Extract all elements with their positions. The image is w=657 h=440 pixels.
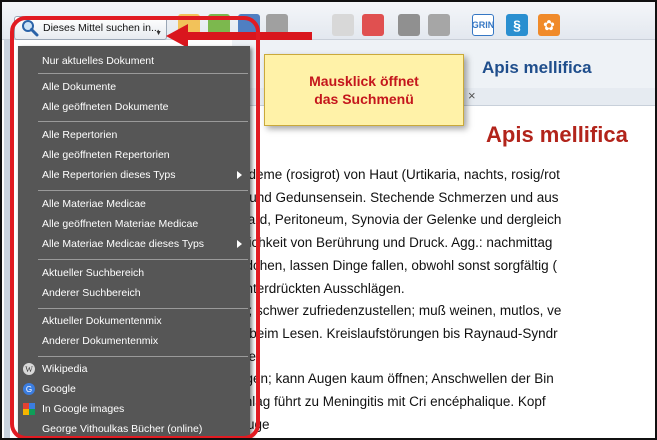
snake-icon[interactable]: § — [506, 14, 528, 36]
body-line: chlag führt zu Meningitis mit Cri encéph… — [238, 394, 546, 410]
document-title: Apis mellifica — [486, 122, 628, 147]
annotation-callout: Mausklick öffnet das Suchmenü — [264, 54, 464, 126]
flag-icon[interactable] — [362, 14, 384, 36]
callout-line-1: Mausklick öffnet — [309, 73, 419, 89]
group-icon[interactable] — [428, 14, 450, 36]
circle-icon[interactable] — [332, 14, 354, 36]
grin-icon[interactable]: GRIN — [472, 14, 494, 36]
menu-highlight-ring — [10, 16, 260, 438]
tab-close-icon[interactable]: × — [468, 88, 476, 103]
body-line: g und Gedunsensein. Stechende Schmerzen … — [238, 189, 559, 205]
body-line: tze. — [238, 346, 655, 369]
body-line: Auge — [238, 416, 270, 432]
person-icon[interactable] — [398, 14, 420, 36]
body-line: unterdrückten Ausschlägen. — [238, 280, 405, 296]
body-line: glichkeit von Berührung und Druck. Agg.:… — [238, 235, 553, 251]
body-line: ugen; kann Augen kaum öffnen; Anschwelle… — [238, 371, 554, 387]
body-line: ädchen, lassen Dinge fallen, obwohl sons… — [238, 257, 557, 273]
body-line: ig; schwer zufriedenzustellen; muß weine… — [238, 303, 562, 319]
body-line: n beim Lesen. Kreislaufstörungen bis Ray… — [238, 325, 558, 341]
callout-line-2: das Suchmenü — [314, 91, 414, 107]
body-line: ikard, Peritoneum, Synovia der Gelenke u… — [238, 212, 562, 228]
body-line: Ödeme (rosigrot) von Haut (Urtikaria, na… — [238, 167, 560, 182]
flower-icon[interactable]: ✿ — [538, 14, 560, 36]
document-header-title: Apis mellifica — [482, 58, 592, 77]
app-window: Dieses Mittel suchen in... ▼ GRIN § ✿ Ap… — [0, 0, 657, 440]
document-body: Ödeme (rosigrot) von Haut (Urtikaria, na… — [238, 164, 655, 436]
